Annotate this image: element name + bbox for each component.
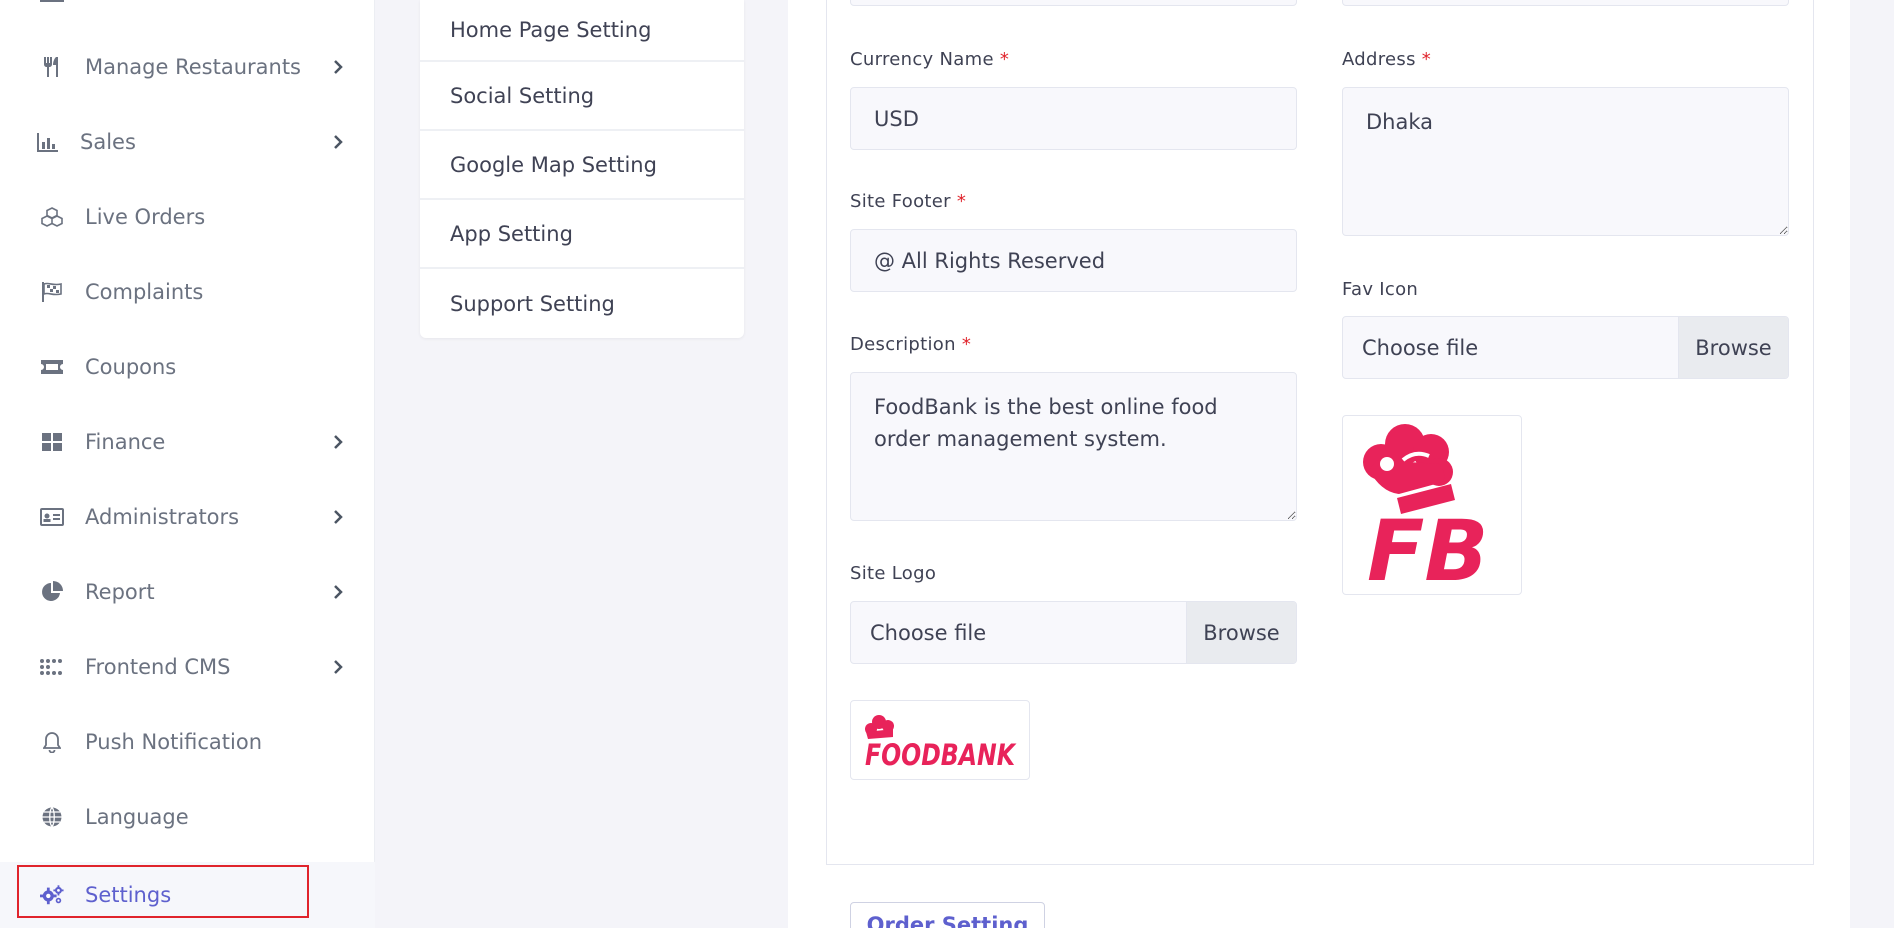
sidebar-item-label: Report: [85, 580, 155, 604]
description-label: Description *: [850, 334, 972, 355]
bell-icon: [40, 730, 64, 754]
sidebar-item-manage-restaurants[interactable]: Manage Restaurants: [0, 37, 375, 97]
sidebar-item-coupons[interactable]: Coupons: [0, 337, 375, 397]
site-logo-file-name: Choose file: [870, 620, 987, 645]
order-setting-button[interactable]: Order Setting: [850, 902, 1045, 928]
sidebar-item-label: Complaints: [85, 280, 204, 304]
ticket-icon: [40, 355, 64, 379]
required-mark: *: [1421, 49, 1432, 70]
sidebar-item-report[interactable]: Report: [0, 562, 375, 622]
address-label: Address *: [1342, 49, 1432, 70]
settings-submenu: Home Page Setting Social Setting Google …: [420, 0, 744, 338]
chevron-right-icon: [330, 59, 346, 75]
foodbank-logo-image: FOODBANK: [865, 715, 1017, 772]
sidebar-item-label: Administrators: [85, 505, 240, 529]
sidebar-item-settings[interactable]: Settings: [0, 862, 375, 928]
sidebar-item-live-orders[interactable]: Live Orders: [0, 187, 375, 247]
sidebar-item-language[interactable]: Language: [0, 787, 375, 847]
sidebar-item-top-partial[interactable]: [40, 0, 64, 2]
submenu-item-support-setting[interactable]: Support Setting: [420, 269, 744, 338]
fav-icon-file-input[interactable]: Choose file Browse: [1342, 316, 1789, 379]
sidebar-item-complaints[interactable]: Complaints: [0, 262, 375, 322]
grid-icon: [40, 430, 64, 454]
site-footer-input[interactable]: [850, 229, 1297, 292]
sidebar-item-label: Coupons: [85, 355, 177, 379]
sidebar-item-administrators[interactable]: Administrators: [0, 487, 375, 547]
sidebar-item-sales[interactable]: Sales: [0, 112, 375, 172]
sidebar-item-label: Sales: [80, 130, 136, 154]
address-textarea[interactable]: Dhaka: [1342, 87, 1789, 236]
currency-name-input[interactable]: [850, 87, 1297, 150]
required-mark: *: [999, 49, 1010, 70]
fav-icon-text: FB: [1367, 502, 1488, 590]
sidebar-item-frontend-cms[interactable]: Frontend CMS: [0, 637, 375, 697]
top-field-partial-left[interactable]: [850, 0, 1297, 6]
submenu-item-google-map-setting[interactable]: Google Map Setting: [420, 131, 744, 200]
site-logo-browse-button[interactable]: Browse: [1186, 602, 1296, 663]
gears-icon: [40, 883, 64, 907]
submenu-item-app-setting[interactable]: App Setting: [420, 200, 744, 269]
pie-chart-icon: [40, 580, 64, 604]
fav-icon-browse-button[interactable]: Browse: [1678, 317, 1788, 378]
sidebar-item-label: Language: [85, 805, 189, 829]
chevron-right-icon: [330, 134, 346, 150]
flag-checkered-icon: [40, 280, 64, 304]
currency-name-label: Currency Name *: [850, 49, 1010, 70]
sidebar-item-finance[interactable]: Finance: [0, 412, 375, 472]
top-field-partial-right[interactable]: [1342, 0, 1789, 6]
chevron-right-icon: [330, 509, 346, 525]
sidebar-item-label: Finance: [85, 430, 166, 454]
bar-chart-icon: [36, 130, 60, 154]
sidebar-item-label: Push Notification: [85, 730, 263, 754]
sidebar-item-label: Settings: [85, 883, 172, 907]
fav-icon-preview: FB: [1342, 415, 1522, 595]
submenu-item-home-page-setting[interactable]: Home Page Setting: [420, 0, 744, 62]
site-logo-file-input[interactable]: Choose file Browse: [850, 601, 1297, 664]
fav-icon-label: Fav Icon: [1342, 279, 1419, 300]
sidebar-item-push-notification[interactable]: Push Notification: [0, 712, 375, 772]
sidebar-item-label: Manage Restaurants: [85, 55, 301, 79]
site-logo-text: FOODBANK: [865, 738, 1017, 772]
fav-icon-file-name: Choose file: [1362, 335, 1479, 360]
dots-grid-icon: [40, 655, 64, 679]
sidebar-item-label: Frontend CMS: [85, 655, 231, 679]
id-card-icon: [40, 505, 64, 529]
site-logo-label: Site Logo: [850, 563, 937, 584]
submenu-item-social-setting[interactable]: Social Setting: [420, 62, 744, 131]
chevron-right-icon: [330, 584, 346, 600]
globe-icon: [40, 805, 64, 829]
required-mark: *: [961, 334, 972, 355]
site-footer-label: Site Footer *: [850, 191, 967, 212]
chevron-right-icon: [330, 434, 346, 450]
fb-logo-image: FB: [1363, 424, 1488, 590]
chevron-right-icon: [330, 659, 346, 675]
sidebar-item-label: Live Orders: [85, 205, 206, 229]
sidebar: Manage Restaurants Sales Live Orders Com…: [0, 0, 375, 928]
description-textarea[interactable]: FoodBank is the best online food order m…: [850, 372, 1297, 521]
cubes-icon: [40, 205, 64, 229]
utensils-icon: [40, 55, 64, 79]
site-logo-preview: FOODBANK: [850, 700, 1030, 780]
required-mark: *: [956, 191, 967, 212]
